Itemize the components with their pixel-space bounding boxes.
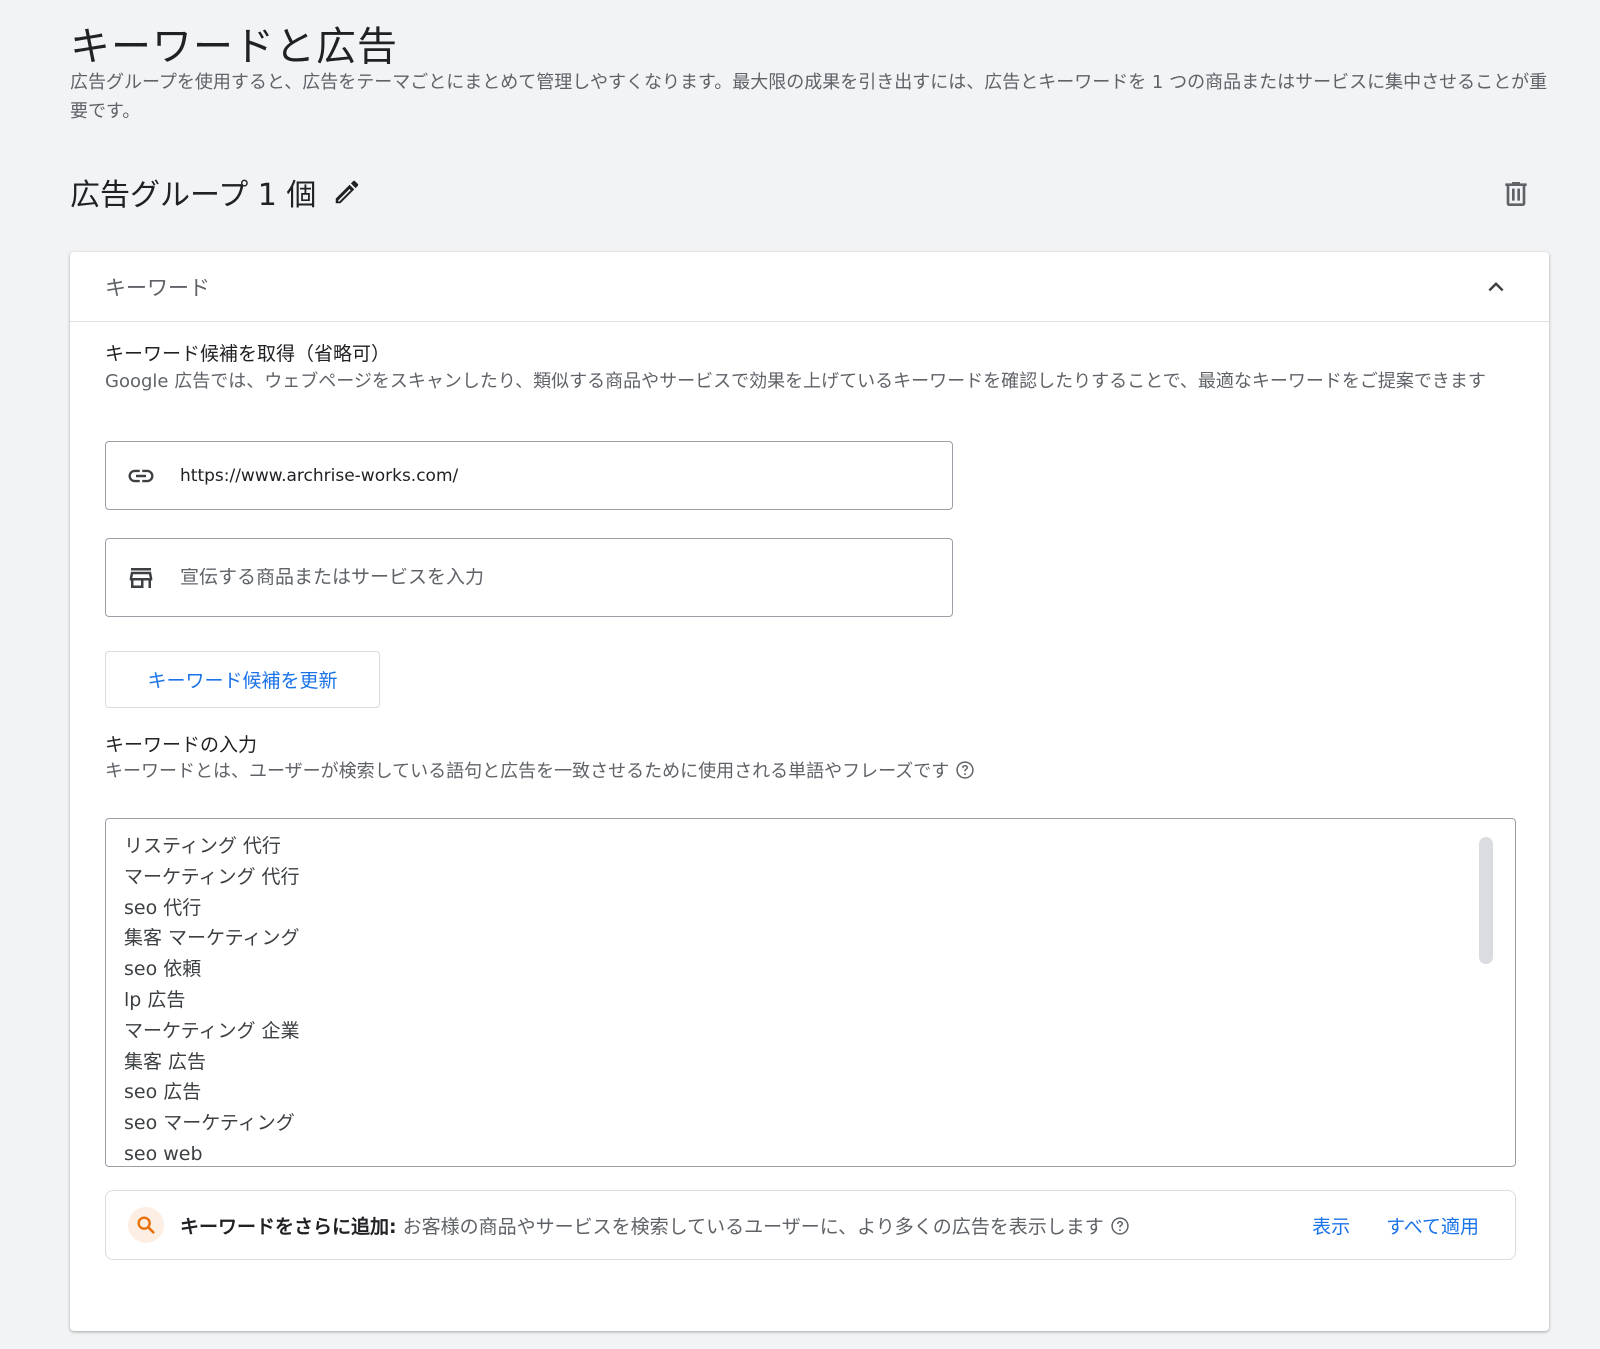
help-circle-icon[interactable] (1110, 1216, 1130, 1236)
chevron-up-icon[interactable] (1481, 272, 1511, 302)
keyword-line: seo web (124, 1142, 203, 1165)
keyword-line: マーケティング 企業 (124, 1019, 300, 1042)
apply-all-link[interactable]: すべて適用 (1386, 1212, 1479, 1239)
trash-icon[interactable] (1500, 178, 1532, 210)
keyword-line: seo マーケティング (124, 1112, 295, 1135)
suggest-label: キーワード候補を取得（省略可） (105, 343, 391, 365)
keywords-card-header[interactable]: キーワード (70, 252, 1549, 322)
keyword-line: seo 依頼 (124, 958, 202, 981)
keyword-line: seo 広告 (124, 1081, 202, 1104)
ad-group-header: 広告グループ 1 個 (70, 170, 362, 214)
keywords-card: キーワード キーワード候補を取得（省略可） Google 広告では、ウェブページ… (70, 252, 1549, 1331)
keyword-entry-description: キーワードとは、ユーザーが検索している語句と広告を一致させるために使用される単語… (105, 761, 950, 782)
page-title: キーワードと広告 (70, 24, 398, 70)
storefront-icon (126, 563, 156, 593)
link-icon (126, 461, 156, 491)
more-keywords-banner: キーワードをさらに追加: お客様の商品やサービスを検索しているユーザーに、より多… (105, 1190, 1516, 1260)
help-circle-icon[interactable] (955, 760, 975, 780)
keyword-entry-label: キーワードの入力 (105, 734, 258, 756)
keyword-line: マーケティング 代行 (124, 865, 300, 888)
keyword-line: 集客 マーケティング (124, 927, 300, 950)
keyword-scrollbar-thumb[interactable] (1479, 837, 1493, 964)
refresh-keywords-button[interactable]: キーワード候補を更新 (105, 651, 380, 708)
keyword-line: 集客 広告 (124, 1050, 207, 1073)
keywords-card-title: キーワード (105, 276, 210, 300)
search-icon (128, 1207, 164, 1243)
keyword-entry-description-row: キーワードとは、ユーザーが検索している語句と広告を一致させるために使用される単語… (105, 757, 1505, 786)
product-input[interactable] (180, 567, 940, 588)
ad-group-title: 広告グループ 1 個 (70, 178, 317, 213)
keyword-line: リスティング 代行 (124, 835, 281, 857)
pencil-icon[interactable] (332, 177, 362, 207)
suggest-description: Google 広告では、ウェブページをスキャンしたり、類似する商品やサービスで効… (105, 371, 1486, 392)
product-field[interactable] (105, 538, 953, 617)
url-input[interactable] (180, 465, 940, 486)
view-keywords-link[interactable]: 表示 (1312, 1212, 1350, 1239)
more-keywords-text-row: キーワードをさらに追加: お客様の商品やサービスを検索しているユーザーに、より多… (180, 1212, 1312, 1239)
url-field[interactable] (105, 441, 953, 510)
keyword-list: リスティング 代行 マーケティング 代行 seo 代行 集客 マーケティング s… (106, 819, 1515, 1166)
more-keywords-title: キーワードをさらに追加: (180, 1215, 397, 1238)
keyword-line: lp 広告 (124, 988, 186, 1011)
page-description: 広告グループを使用すると、広告をテーマごとにまとめて管理しやすくなります。最大限… (70, 72, 1548, 122)
keyword-textarea[interactable]: リスティング 代行 マーケティング 代行 seo 代行 集客 マーケティング s… (105, 818, 1516, 1167)
more-keywords-text: お客様の商品やサービスを検索しているユーザーに、より多くの広告を表示します (402, 1215, 1104, 1238)
keyword-line: seo 代行 (124, 896, 202, 919)
